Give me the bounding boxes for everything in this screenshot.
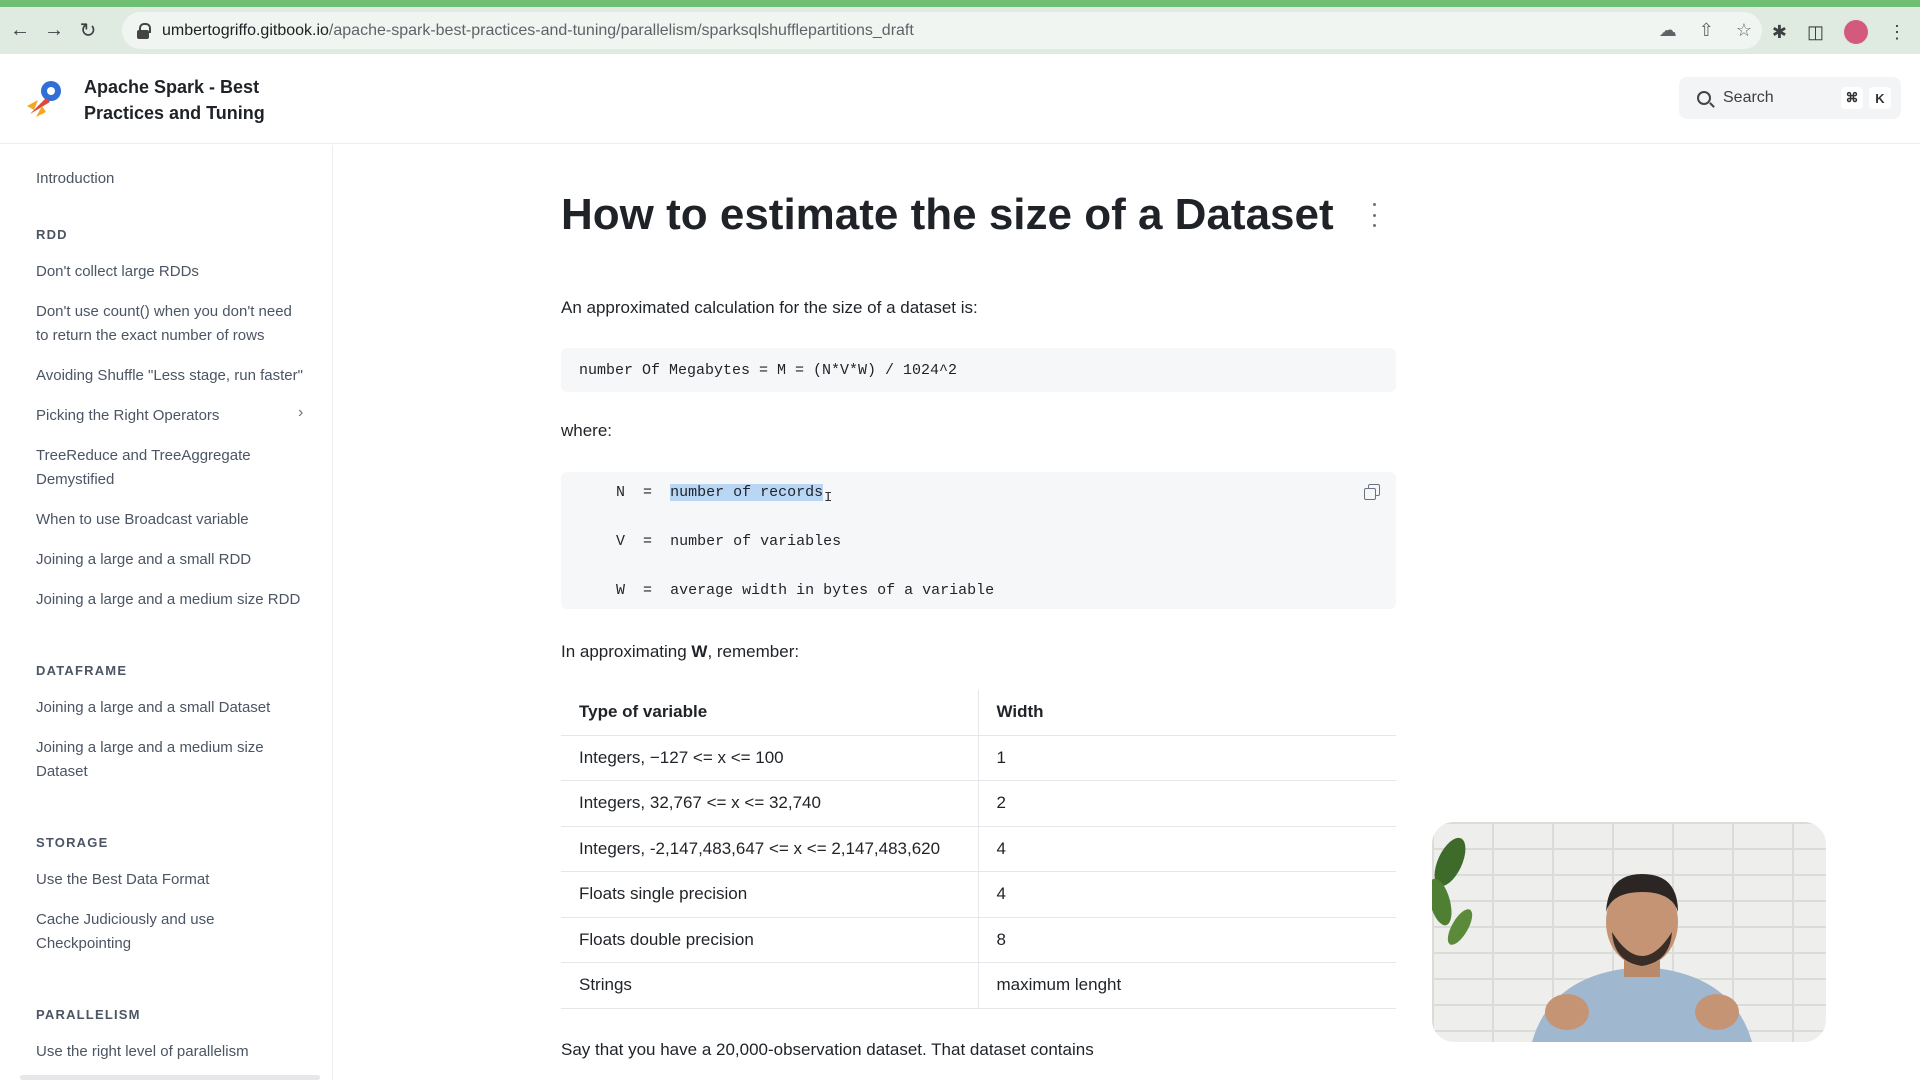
table-header-row: Type of variable Width bbox=[561, 690, 1396, 736]
sidebar-item[interactable]: Don't use count() when you don't need to… bbox=[36, 300, 296, 348]
sidebar-nav: Introduction RDD Don't collect large RDD… bbox=[0, 145, 333, 1080]
sidebar-item[interactable]: Cache Judiciously and use Checkpointing bbox=[36, 908, 246, 956]
table-row: Strings maximum lenght bbox=[561, 962, 1396, 1009]
sidebar-item[interactable]: Avoiding Shuffle "Less stage, run faster… bbox=[36, 364, 331, 388]
table-row: Integers, -2,147,483,647 <= x <= 2,147,4… bbox=[561, 826, 1396, 872]
plant-leaves-image bbox=[1432, 837, 1473, 945]
sidebar-item[interactable]: Joining a large and a medium size Datase… bbox=[36, 736, 286, 784]
site-header: Apache Spark - Best Practices and Tuning… bbox=[0, 54, 1920, 144]
back-arrow-icon[interactable]: ← bbox=[6, 17, 34, 45]
forward-arrow-icon[interactable]: → bbox=[40, 17, 68, 45]
side-panel-icon[interactable]: ◫ bbox=[1807, 22, 1824, 43]
sidebar-item[interactable]: Joining a large and a small RDD bbox=[36, 548, 316, 572]
table-header-cell: Type of variable bbox=[561, 690, 979, 736]
table-cell: 2 bbox=[978, 780, 1396, 827]
reload-icon[interactable]: ↻ bbox=[74, 17, 102, 45]
extensions-puzzle-icon[interactable]: ✱ bbox=[1772, 22, 1787, 43]
sidebar-section-dataframe: DATAFRAME bbox=[36, 663, 128, 678]
table-cell: Floats single precision bbox=[561, 871, 979, 918]
browser-toolbar: ← → ↻ umbertogriffo.gitbook.io/apache-sp… bbox=[0, 7, 1920, 54]
table-row: Floats double precision 8 bbox=[561, 917, 1396, 963]
selected-text[interactable]: number of records bbox=[670, 484, 824, 501]
sidebar-section-storage: STORAGE bbox=[36, 835, 109, 850]
profile-avatar[interactable] bbox=[1844, 20, 1868, 44]
sidebar-item[interactable]: Picking the Right Operators bbox=[36, 404, 316, 428]
code-line-w: W = average width in bytes of a variable bbox=[616, 582, 995, 599]
sidebar-item[interactable]: TreeReduce and TreeAggregate Demystified bbox=[36, 444, 276, 492]
rocket-logo-icon[interactable] bbox=[24, 76, 68, 120]
table-header-cell: Width bbox=[978, 690, 1396, 736]
sidebar-section-parallelism: PARALLELISM bbox=[36, 1007, 141, 1022]
sidebar-section-rdd: RDD bbox=[36, 227, 68, 242]
webcam-video-overlay[interactable] bbox=[1432, 822, 1826, 1042]
table-cell: Integers, 32,767 <= x <= 32,740 bbox=[561, 780, 979, 827]
address-bar[interactable]: umbertogriffo.gitbook.io/apache-spark-be… bbox=[122, 12, 1762, 49]
copy-icon[interactable] bbox=[1364, 484, 1380, 500]
url-text[interactable]: umbertogriffo.gitbook.io/apache-spark-be… bbox=[162, 22, 914, 40]
table-cell: 4 bbox=[978, 826, 1396, 872]
sidebar-item-introduction[interactable]: Introduction bbox=[36, 167, 316, 191]
sidebar-item[interactable]: Use the right level of parallelism bbox=[36, 1040, 316, 1064]
page-title: How to estimate the size of a Dataset bbox=[561, 190, 1334, 239]
definitions-code-block: N = number of records V = number of vari… bbox=[561, 472, 1396, 609]
sidebar-item[interactable]: Joining a large and a small Dataset bbox=[36, 696, 316, 720]
intro-paragraph: An approximated calculation for the size… bbox=[561, 298, 978, 317]
lock-icon bbox=[136, 22, 151, 39]
sidebar-item[interactable]: Joining a large and a medium size RDD bbox=[36, 588, 316, 612]
table-row: Integers, −127 <= x <= 100 1 bbox=[561, 735, 1396, 781]
bookmark-star-icon[interactable]: ☆ bbox=[1736, 20, 1752, 41]
sidebar-item[interactable]: Don't collect large RDDs bbox=[36, 260, 316, 284]
approximating-paragraph: In approximating W, remember: bbox=[561, 642, 800, 661]
presenter-image bbox=[1532, 874, 1752, 1042]
page-load-progress-bar bbox=[0, 0, 1920, 7]
search-icon bbox=[1697, 91, 1711, 105]
k-key-badge: K bbox=[1869, 87, 1891, 109]
table-row: Floats single precision 4 bbox=[561, 871, 1396, 918]
chevron-right-icon[interactable]: › bbox=[298, 404, 303, 422]
table-cell: Integers, −127 <= x <= 100 bbox=[561, 735, 979, 781]
table-cell: Floats double precision bbox=[561, 917, 979, 963]
page-actions-menu-icon[interactable] bbox=[1370, 203, 1378, 227]
cloud-icon[interactable]: ☁ bbox=[1659, 20, 1677, 41]
sidebar-item[interactable]: Use the Best Data Format bbox=[36, 868, 316, 892]
sidebar-item[interactable]: When to use Broadcast variable bbox=[36, 508, 316, 532]
table-cell: Integers, -2,147,483,647 <= x <= 2,147,4… bbox=[561, 826, 979, 872]
code-line-n: N = number of records bbox=[616, 484, 824, 501]
table-row: Integers, 32,767 <= x <= 32,740 2 bbox=[561, 780, 1396, 827]
search-placeholder: Search bbox=[1723, 89, 1774, 106]
share-icon[interactable]: ⇧ bbox=[1699, 20, 1714, 41]
formula-code-block: number Of Megabytes = M = (N*V*W) / 1024… bbox=[561, 348, 1396, 392]
table-cell: 4 bbox=[978, 871, 1396, 918]
where-paragraph: where: bbox=[561, 421, 613, 440]
table-cell: 1 bbox=[978, 735, 1396, 781]
table-cell: maximum lenght bbox=[978, 962, 1396, 1009]
table-cell: 8 bbox=[978, 917, 1396, 963]
command-key-badge: ⌘ bbox=[1841, 87, 1863, 109]
code-line-v: V = number of variables bbox=[616, 533, 842, 550]
text-cursor-icon: I bbox=[824, 490, 833, 506]
search-box[interactable]: Search ⌘ K bbox=[1679, 77, 1901, 119]
variable-width-table: Type of variable Width Integers, −127 <=… bbox=[561, 690, 1396, 1009]
site-title[interactable]: Apache Spark - Best Practices and Tuning bbox=[84, 74, 304, 126]
sidebar-active-indicator bbox=[20, 1075, 320, 1080]
table-cell: Strings bbox=[561, 962, 979, 1009]
closing-paragraph: Say that you have a 20,000-observation d… bbox=[561, 1040, 1094, 1059]
browser-menu-icon[interactable]: ⋮ bbox=[1888, 22, 1906, 43]
